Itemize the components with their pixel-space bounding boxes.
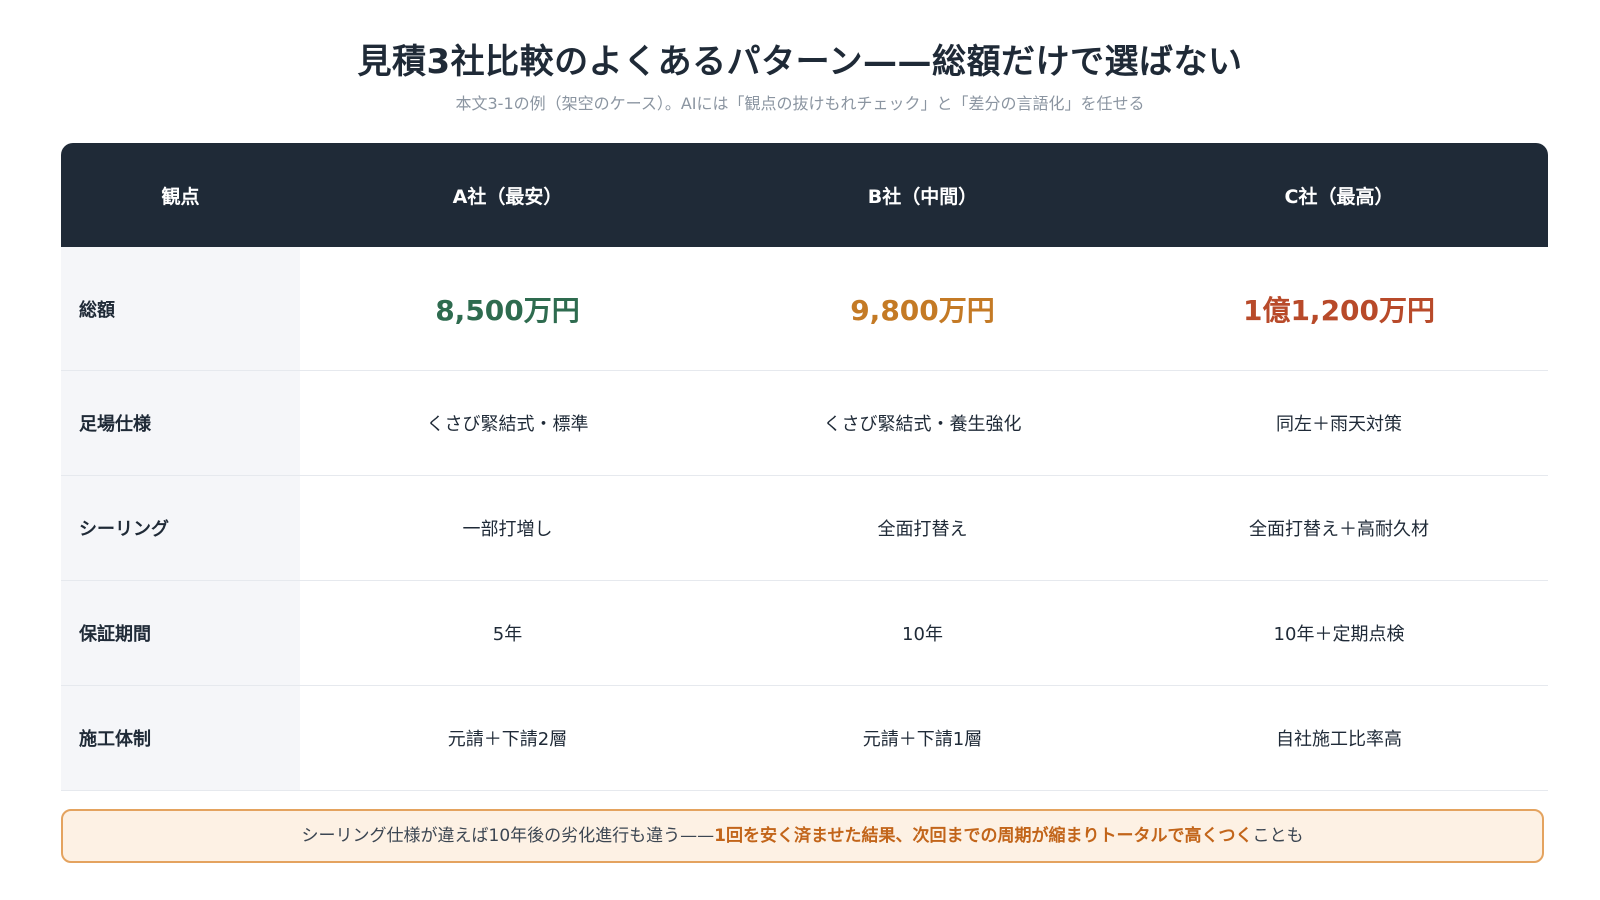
table-row-sealing: シーリング 一部打増し 全面打替え 全面打替え＋高耐久材 <box>61 475 1548 581</box>
amount-cell-c: 1億1,200万円 <box>1130 247 1548 371</box>
table-cell: 元請＋下請1層 <box>715 685 1130 791</box>
header-company-b: B社（中間） <box>715 143 1130 247</box>
table-row-total: 総額 8,500万円 9,800万円 1億1,200万円 <box>61 247 1548 371</box>
table-cell: 元請＋下請2層 <box>300 685 715 791</box>
row-label: 足場仕様 <box>61 370 300 476</box>
note-text: シーリング仕様が違えば10年後の劣化進行も違う—— <box>301 826 715 846</box>
page-subtitle: 本文3-1の例（架空のケース）。AIには「観点の抜けもれチェック」と「差分の言語… <box>455 94 1145 113</box>
note-text-end: ことも <box>1252 826 1304 846</box>
table-cell: くさび緊結式・標準 <box>300 370 715 476</box>
header-company-a: A社（最安） <box>300 143 715 247</box>
table-row-construction-system: 施工体制 元請＋下請2層 元請＋下請1層 自社施工比率高 <box>61 685 1548 791</box>
table-row-scaffold: 足場仕様 くさび緊結式・標準 くさび緊結式・養生強化 同左＋雨天対策 <box>61 370 1548 476</box>
page: 見積3社比較のよくあるパターン——総額だけで選ばない 本文3-1の例（架空のケー… <box>0 0 1600 900</box>
table-cell: 10年 <box>715 580 1130 686</box>
row-label: 施工体制 <box>61 685 300 791</box>
table-cell: くさび緊結式・養生強化 <box>715 370 1130 476</box>
header-aspect: 観点 <box>61 143 300 247</box>
note-emphasis: 1回を安く済ませた結果、次回までの周期が縮まりトータルで高くつく <box>714 826 1253 846</box>
row-label: 保証期間 <box>61 580 300 686</box>
table-cell: 全面打替え＋高耐久材 <box>1130 475 1548 581</box>
total-amount-a: 8,500万円 <box>435 293 580 327</box>
comparison-table: 観点 A社（最安） B社（中間） C社（最高） 総額 8,500万円 9,800… <box>61 143 1548 791</box>
table-cell: 一部打増し <box>300 475 715 581</box>
total-amount-b: 9,800万円 <box>850 293 995 327</box>
row-label: シーリング <box>61 475 300 581</box>
table-cell: 10年＋定期点検 <box>1130 580 1548 686</box>
callout-note: シーリング仕様が違えば10年後の劣化進行も違う——1回を安く済ませた結果、次回ま… <box>61 809 1544 863</box>
table-cell: 自社施工比率高 <box>1130 685 1548 791</box>
table-cell: 同左＋雨天対策 <box>1130 370 1548 476</box>
amount-cell-b: 9,800万円 <box>715 247 1130 371</box>
table-row-warranty: 保証期間 5年 10年 10年＋定期点検 <box>61 580 1548 686</box>
total-amount-c: 1億1,200万円 <box>1242 293 1436 327</box>
page-title: 見積3社比較のよくあるパターン——総額だけで選ばない <box>357 42 1243 82</box>
table-cell: 全面打替え <box>715 475 1130 581</box>
amount-cell-a: 8,500万円 <box>300 247 715 371</box>
row-label: 総額 <box>61 247 300 371</box>
header-company-c: C社（最高） <box>1130 143 1548 247</box>
table-header: 観点 A社（最安） B社（中間） C社（最高） <box>61 143 1548 247</box>
table-cell: 5年 <box>300 580 715 686</box>
